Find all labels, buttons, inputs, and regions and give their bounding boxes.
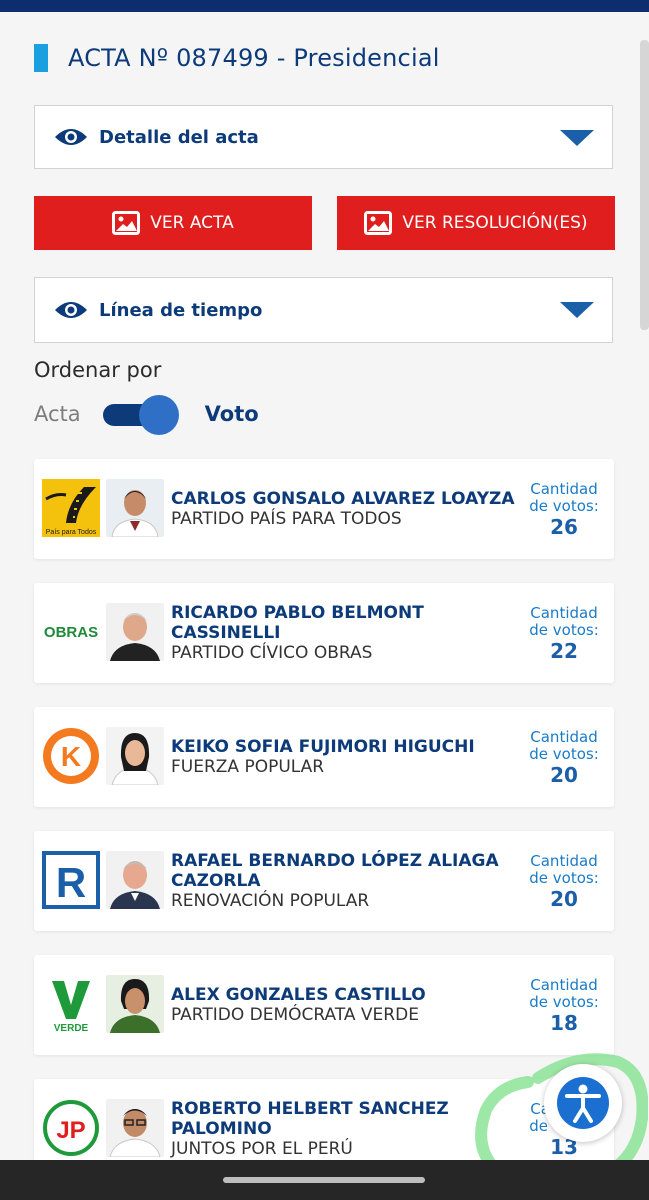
eye-icon: [55, 129, 87, 145]
vote-count-block: Cantidad de votos: 20: [526, 852, 602, 912]
party-logo-text: OBRAS: [44, 624, 98, 641]
candidate-card[interactable]: VERDE ALEX GONZALES CASTILLO PARTIDO DEM…: [34, 955, 614, 1055]
party-logo-text: JP: [56, 1117, 85, 1144]
vote-count: 26: [550, 515, 578, 539]
vote-count: 18: [550, 1011, 578, 1035]
page-header: ACTA Nº 087499 - Presidencial: [34, 40, 440, 76]
candidate-card[interactable]: País para Todos CARLOS GONSALO ALVAREZ L…: [34, 459, 614, 559]
system-navigation-bar: [0, 1160, 649, 1200]
ver-acta-button[interactable]: VER ACTA: [34, 196, 312, 250]
candidate-name: KEIKO SOFIA FUJIMORI HIGUCHI: [171, 737, 475, 757]
chevron-down-icon: [560, 130, 594, 146]
timeline-accordion[interactable]: Línea de tiempo: [34, 277, 613, 343]
order-option-voto[interactable]: Voto: [205, 402, 259, 426]
detalle-acta-label: Detalle del acta: [99, 126, 259, 148]
ver-resoluciones-button[interactable]: VER RESOLUCIÓN(ES): [337, 196, 615, 250]
candidate-card[interactable]: R RAFAEL BERNARDO LÓPEZ ALIAGA CAZORLA R…: [34, 831, 614, 931]
candidate-photo: [106, 851, 164, 909]
candidate-info: RICARDO PABLO BELMONT CASSINELLI PARTIDO…: [171, 583, 521, 683]
timeline-label: Línea de tiempo: [99, 299, 263, 321]
candidate-photo: [106, 975, 164, 1033]
accessibility-icon: [557, 1077, 609, 1129]
vote-count-block: Cantidad de votos: 26: [526, 480, 602, 540]
party-logo-text: R: [56, 859, 86, 906]
votes-label: Cantidad: [530, 480, 598, 498]
party-logo-democrata-verde: VERDE: [42, 975, 100, 1033]
candidate-info: RAFAEL BERNARDO LÓPEZ ALIAGA CAZORLA REN…: [171, 831, 521, 931]
candidate-photo: [106, 479, 164, 537]
party-name: PARTIDO CÍVICO OBRAS: [171, 643, 373, 663]
party-logo-fuerza-popular: K: [43, 728, 99, 784]
candidate-info: CARLOS GONSALO ALVAREZ LOAYZA PARTIDO PA…: [171, 459, 521, 559]
top-app-bar: [0, 0, 649, 12]
switch-knob: [138, 395, 179, 435]
ver-acta-label: VER ACTA: [150, 213, 234, 233]
candidate-photo: [106, 603, 164, 661]
party-name: FUERZA POPULAR: [171, 757, 325, 777]
order-toggle-switch[interactable]: [102, 395, 183, 435]
party-logo-obras: OBRAS: [42, 603, 100, 661]
party-name: PARTIDO PAÍS PARA TODOS: [171, 509, 402, 529]
votes-label-2: de votos:: [529, 497, 599, 515]
votes-label: Cantidad: [530, 728, 598, 746]
detalle-acta-accordion[interactable]: Detalle del acta: [34, 105, 613, 169]
home-gesture-handle[interactable]: [223, 1177, 425, 1183]
eye-icon: [55, 302, 87, 318]
candidate-name: RAFAEL BERNARDO LÓPEZ ALIAGA CAZORLA: [171, 851, 499, 891]
party-logo-renovacion-popular: R: [42, 851, 100, 909]
vote-count-block: Cantidad de votos: 20: [526, 728, 602, 788]
party-logo-text: VERDE: [54, 1023, 89, 1033]
votes-label-2: de votos:: [529, 621, 599, 639]
votes-label-2: de votos:: [529, 745, 599, 763]
votes-label: Cantidad: [530, 852, 598, 870]
party-logo-text: País para Todos: [46, 529, 97, 536]
votes-label-2: de votos:: [529, 869, 599, 887]
vote-count: 20: [550, 887, 578, 911]
party-logo-pais-para-todos: País para Todos: [42, 479, 100, 537]
vote-count: 22: [550, 639, 578, 663]
candidate-info: KEIKO SOFIA FUJIMORI HIGUCHI FUERZA POPU…: [171, 707, 521, 807]
image-icon: [112, 211, 141, 235]
party-name: PARTIDO DEMÓCRATA VERDE: [171, 1005, 419, 1025]
accessibility-button[interactable]: [544, 1064, 622, 1142]
order-toggle-row: Acta Voto: [34, 395, 259, 435]
party-logo-text: K: [61, 741, 81, 772]
ver-resoluciones-label: VER RESOLUCIÓN(ES): [402, 213, 588, 233]
order-option-acta[interactable]: Acta: [34, 402, 81, 426]
candidate-name: CARLOS GONSALO ALVAREZ LOAYZA: [171, 489, 515, 509]
order-by-label: Ordenar por: [34, 358, 162, 382]
candidate-photo: [106, 727, 164, 785]
image-icon: [364, 211, 393, 235]
candidate-photo: [106, 1099, 164, 1157]
party-name: RENOVACIÓN POPULAR: [171, 891, 370, 911]
chevron-down-icon: [560, 302, 594, 318]
candidate-name: ALEX GONZALES CASTILLO: [171, 985, 426, 1005]
votes-label: Cantidad: [530, 976, 598, 994]
vote-count: 20: [550, 763, 578, 787]
title-accent-bar: [34, 44, 48, 72]
votes-label: Cantidad: [530, 604, 598, 622]
vote-count-block: Cantidad de votos: 18: [526, 976, 602, 1036]
candidate-name: RICARDO PABLO BELMONT CASSINELLI: [171, 603, 424, 643]
candidate-info: ALEX GONZALES CASTILLO PARTIDO DEMÓCRATA…: [171, 955, 521, 1055]
party-logo-juntos-por-el-peru: JP: [43, 1100, 99, 1156]
candidate-card[interactable]: K KEIKO SOFIA FUJIMORI HIGUCHI FUERZA PO…: [34, 707, 614, 807]
page-title: ACTA Nº 087499 - Presidencial: [68, 44, 440, 72]
vote-count-block: Cantidad de votos: 22: [526, 604, 602, 664]
candidate-card[interactable]: OBRAS RICARDO PABLO BELMONT CASSINELLI P…: [34, 583, 614, 683]
votes-label-2: de votos:: [529, 993, 599, 1011]
scrollbar[interactable]: [640, 40, 649, 330]
